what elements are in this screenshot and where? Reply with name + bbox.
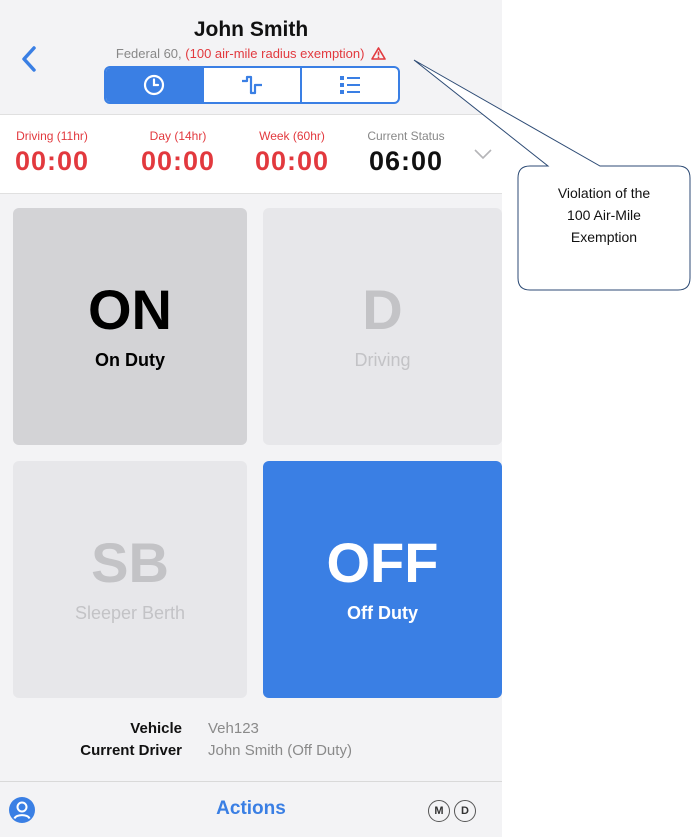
callout-annotation [413,59,691,291]
callout-line: 100 Air-Mile [567,207,641,223]
callout-line: Violation of the [557,185,651,201]
callout-line: Exemption [570,229,638,245]
callout-text: Violation of the 100 Air-Mile Exemption [518,182,690,248]
callout-bubble [413,59,691,291]
